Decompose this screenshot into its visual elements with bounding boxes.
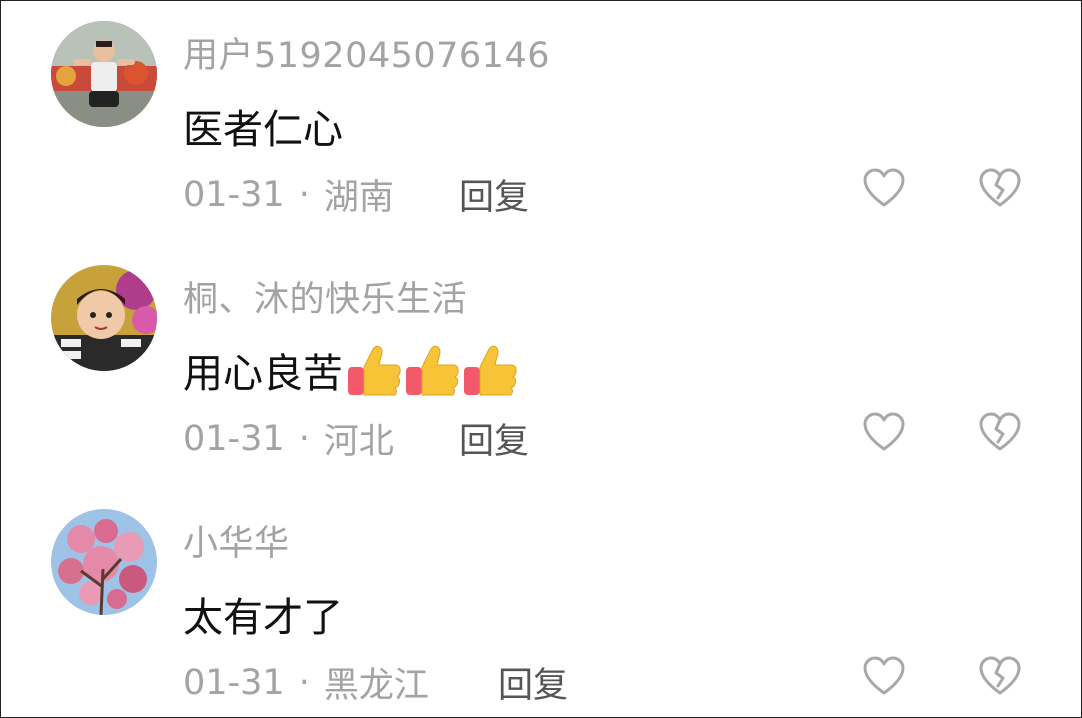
avatar[interactable] bbox=[51, 21, 157, 127]
meta-separator: · bbox=[298, 174, 310, 215]
thumbs-up-emoji-group bbox=[345, 341, 519, 399]
broken-heart-outline-icon bbox=[979, 656, 1021, 695]
comment-date: 01-31 bbox=[183, 174, 285, 215]
comment-meta: 01-31 · 湖南 bbox=[183, 169, 394, 220]
comment-text-body: 医者仁心 bbox=[183, 107, 343, 153]
comment-text-body: 用心良苦 bbox=[183, 351, 343, 397]
comment-meta: 01-31 · 河北 bbox=[183, 413, 394, 464]
meta-separator: · bbox=[298, 662, 310, 703]
comment-location: 湖南 bbox=[323, 178, 394, 218]
comment-date: 01-31 bbox=[183, 662, 285, 703]
reply-button[interactable]: 回复 bbox=[459, 413, 529, 464]
like-button[interactable] bbox=[862, 411, 906, 455]
comment-location: 黑龙江 bbox=[323, 666, 429, 706]
comment-text: 用心良苦 bbox=[183, 341, 519, 399]
comment-meta: 01-31 · 黑龙江 bbox=[183, 657, 429, 708]
like-button[interactable] bbox=[862, 655, 906, 699]
broken-heart-outline-icon bbox=[979, 168, 1021, 207]
thumbs-up-emoji bbox=[348, 345, 401, 396]
comment-item: 小华华 太有才了 01-31 · 黑龙江 回复 bbox=[1, 489, 1081, 717]
avatar[interactable] bbox=[51, 265, 157, 371]
thumbs-up-emoji bbox=[406, 345, 459, 396]
broken-heart-outline-icon bbox=[979, 412, 1021, 451]
avatar[interactable] bbox=[51, 509, 157, 615]
like-button[interactable] bbox=[862, 167, 906, 211]
comment-date: 01-31 bbox=[183, 418, 285, 459]
reply-button[interactable]: 回复 bbox=[498, 657, 568, 708]
avatar-image bbox=[51, 21, 157, 127]
heart-outline-icon bbox=[863, 412, 905, 451]
heart-outline-icon bbox=[863, 656, 905, 695]
comment-text: 太有才了 bbox=[183, 585, 343, 643]
thumbs-up-emoji bbox=[464, 345, 517, 396]
comment-item: 桐、沐的快乐生活 用心良苦 01-31 · 河北 回复 bbox=[1, 245, 1081, 485]
reply-button[interactable]: 回复 bbox=[459, 169, 529, 220]
username[interactable]: 桐、沐的快乐生活 bbox=[183, 271, 467, 322]
meta-separator: · bbox=[298, 418, 310, 459]
comment-item: 用户5192045076146 医者仁心 01-31 · 湖南 回复 bbox=[1, 1, 1081, 241]
username[interactable]: 用户5192045076146 bbox=[183, 27, 550, 78]
avatar-image bbox=[51, 509, 157, 615]
dislike-button[interactable] bbox=[978, 655, 1022, 699]
comment-list: 用户5192045076146 医者仁心 01-31 · 湖南 回复 桐、沐的快… bbox=[0, 0, 1082, 718]
avatar-image bbox=[51, 265, 157, 371]
dislike-button[interactable] bbox=[978, 411, 1022, 455]
heart-outline-icon bbox=[863, 168, 905, 207]
comment-location: 河北 bbox=[323, 422, 394, 462]
username[interactable]: 小华华 bbox=[183, 515, 290, 566]
comment-text-body: 太有才了 bbox=[183, 595, 343, 641]
comment-text: 医者仁心 bbox=[183, 97, 343, 155]
dislike-button[interactable] bbox=[978, 167, 1022, 211]
